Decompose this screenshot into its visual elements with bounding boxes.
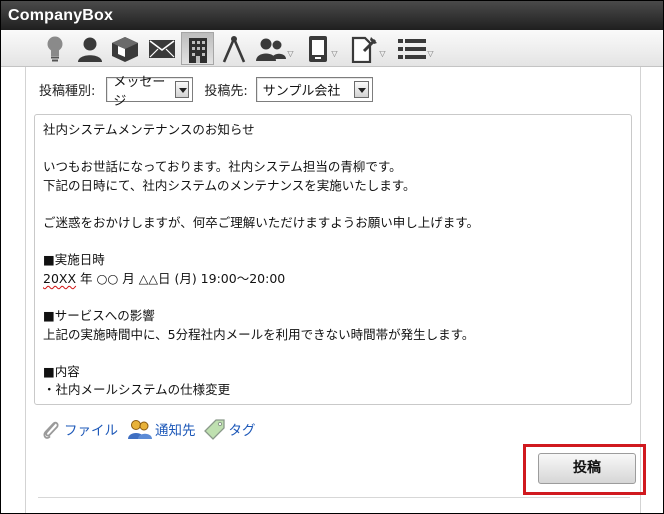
toolbar: ▽ ▽ ▽ ▽ — [1, 30, 663, 67]
post-form: 投稿種別: メッセージ 投稿先: サンプル会社 社内システムメンテナンスのお知ら… — [25, 67, 646, 513]
message-line — [43, 233, 623, 252]
message-line: ■サービスへの影響 — [43, 307, 155, 323]
app-window: CompanyBox ▽ ▽ ▽ ▽ 投稿種別: メッセージ 投稿先: サンプル… — [0, 0, 664, 514]
lightbulb-icon — [47, 36, 63, 61]
post-type-select[interactable]: メッセージ — [106, 75, 194, 109]
chevron-down-icon: ▽ — [379, 48, 386, 58]
chevron-down-icon: ▽ — [427, 48, 434, 58]
toolbar-item-phone[interactable]: ▽ — [302, 32, 342, 65]
message-line — [43, 288, 623, 307]
attach-file-link[interactable]: ファイル — [41, 418, 118, 440]
message-line: ご迷惑をおかけしますが、何卒ご理解いただけますようお願い申し上げます。 — [43, 214, 480, 230]
mail-icon — [149, 39, 175, 58]
chevron-down-icon: ▽ — [287, 48, 294, 58]
message-line: いつもお世話になっております。社内システム担当の青柳です。 — [43, 159, 402, 175]
post-destination-value: サンプル会社 — [262, 84, 341, 99]
toolbar-item-box[interactable] — [109, 32, 141, 65]
people-icon — [128, 420, 152, 439]
notify-recipients-label: 通知先 — [155, 423, 196, 439]
datetime-text: 年 ○○ 月 △△日 (月) 19:00〜20:00 — [76, 270, 286, 286]
message-body-textarea[interactable]: 社内システムメンテナンスのお知らせ いつもお世話になっております。社内システム担… — [34, 114, 632, 405]
post-options-row: 投稿種別: メッセージ 投稿先: サンプル会社 — [39, 75, 373, 109]
paperclip-icon — [43, 421, 59, 439]
toolbar-item-users[interactable]: ▽ — [254, 32, 296, 65]
message-line-datetime: 20XX 年 ○○ 月 △△日 (月) 19:00〜20:00 — [43, 270, 623, 289]
spellcheck-word: 20XX — [43, 270, 77, 286]
box-icon — [112, 36, 138, 62]
message-line: 上記の実施時間中に、5分程社内メールを利用できない時間帯が発生します。 — [43, 326, 475, 342]
message-line: ■実施日時 — [43, 252, 105, 268]
toolbar-item-list[interactable]: ▽ — [395, 32, 437, 65]
post-destination-select[interactable]: サンプル会社 — [255, 77, 373, 102]
toolbar-item-compass[interactable] — [220, 32, 248, 65]
chevron-down-icon — [175, 81, 190, 98]
window-title: CompanyBox — [1, 1, 663, 30]
attachment-actions: ファイル 通知先 タグ — [41, 418, 256, 440]
tag-link[interactable]: タグ — [203, 418, 256, 440]
divider — [38, 497, 630, 498]
notify-recipients-link[interactable]: 通知先 — [128, 418, 196, 440]
message-line: ・社内メールシステムの仕様変更 — [43, 382, 231, 398]
tag-icon — [203, 419, 225, 440]
document-pin-icon — [352, 36, 378, 63]
toolbar-item-building[interactable] — [181, 32, 214, 65]
chevron-down-icon — [353, 81, 369, 98]
toolbar-item-document[interactable]: ▽ — [347, 32, 389, 65]
chevron-down-icon: ▽ — [331, 48, 338, 58]
toolbar-item-lightbulb[interactable] — [41, 32, 69, 65]
message-line — [43, 344, 623, 363]
post-type-value: メッセージ — [113, 74, 166, 109]
message-line: 社内システムメンテナンスのお知らせ — [43, 122, 255, 137]
list-icon — [398, 38, 427, 59]
message-line — [43, 195, 623, 214]
message-line — [43, 140, 623, 159]
compass-icon — [222, 35, 246, 63]
message-line: ■内容 — [43, 363, 80, 379]
post-button[interactable]: 投稿 — [538, 453, 636, 484]
post-type-label: 投稿種別: — [39, 84, 96, 99]
toolbar-item-user[interactable] — [75, 32, 105, 65]
post-destination-label: 投稿先: — [204, 84, 248, 99]
building-icon — [188, 37, 207, 63]
message-line: 下記の日時にて、社内システムのメンテナンスを実施いたします。 — [43, 177, 416, 193]
attach-file-label: ファイル — [64, 423, 118, 439]
user-icon — [78, 37, 102, 62]
tag-label: タグ — [228, 423, 256, 439]
users-icon — [256, 38, 287, 61]
toolbar-item-mail[interactable] — [147, 32, 177, 65]
phone-icon — [309, 35, 328, 62]
